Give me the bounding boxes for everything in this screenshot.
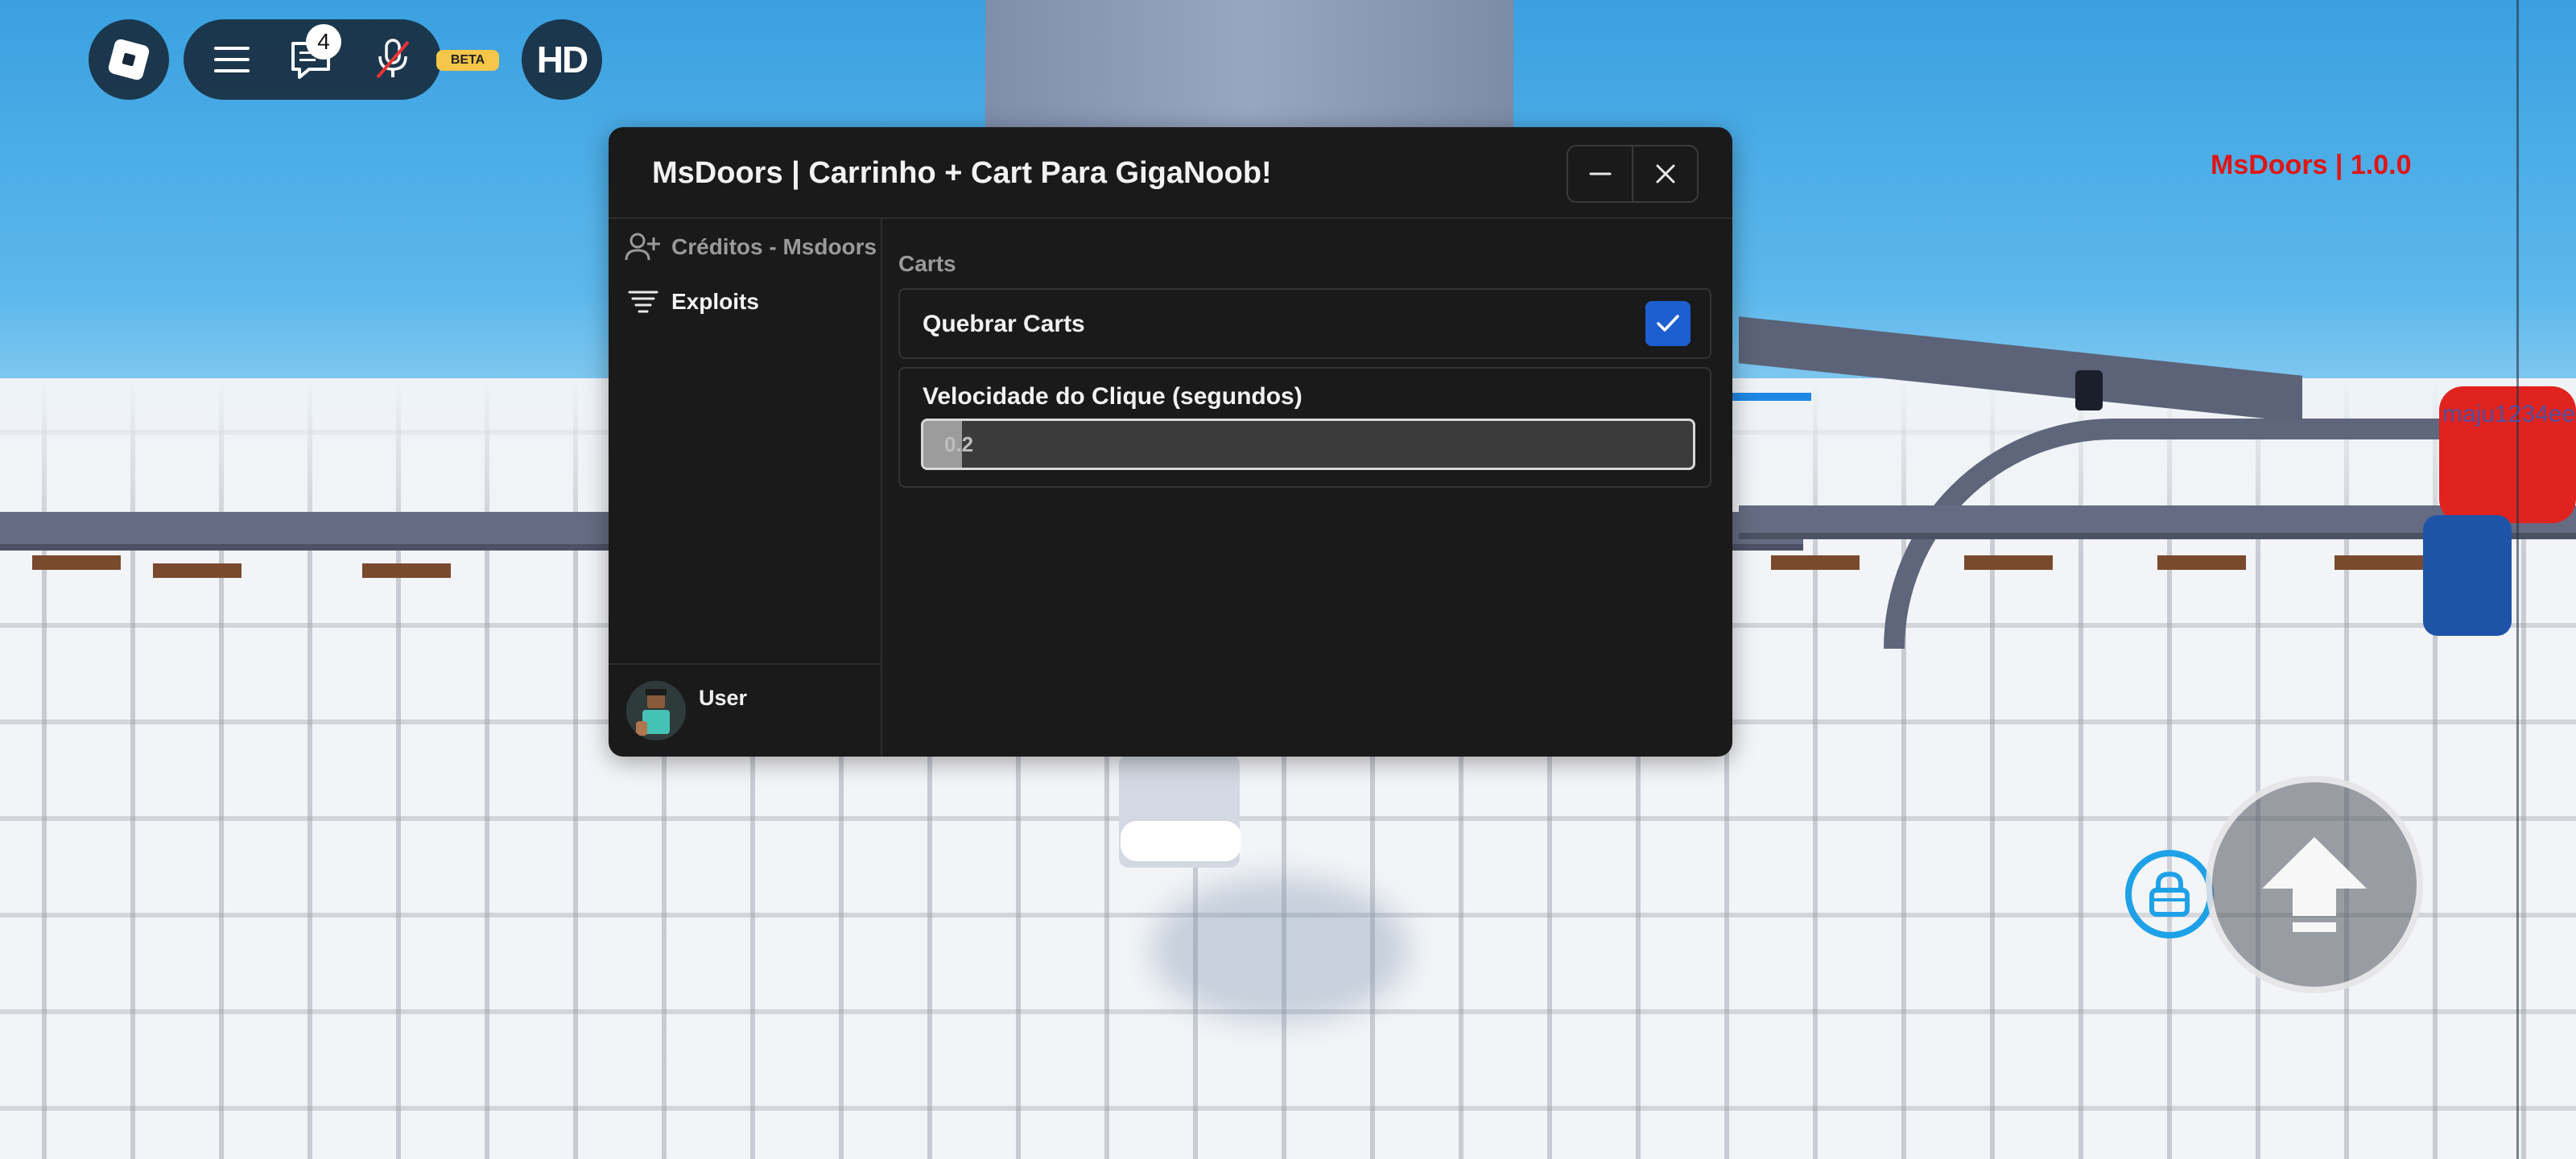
quebrar-carts-toggle-row[interactable]: Quebrar Carts	[898, 288, 1711, 359]
avatar[interactable]	[626, 681, 686, 740]
sidebar: Créditos - Msdoors Exploits User	[609, 219, 882, 757]
avatar-image	[626, 681, 686, 740]
close-icon	[1656, 164, 1674, 184]
roblox-logo-icon	[107, 38, 151, 81]
roblox-menu-button[interactable]	[89, 19, 169, 100]
tab-content-exploits: Carts Quebrar Carts Velocidade do Clique…	[882, 219, 1732, 757]
checkmark-icon	[1657, 315, 1679, 332]
window-titlebar[interactable]: MsDoors | Carrinho + Cart Para GigaNoob!	[609, 127, 1732, 219]
user-panel: User	[609, 663, 881, 757]
section-title: Carts	[898, 251, 956, 276]
slider-value: 0.2	[944, 432, 974, 456]
pillar	[985, 0, 1513, 129]
username: User	[699, 686, 748, 710]
lock-icon	[2149, 871, 2190, 917]
sidebar-item-exploits[interactable]: Exploits	[625, 282, 759, 322]
distant-player	[2075, 370, 2103, 410]
script-window: MsDoors | Carrinho + Cart Para GigaNoob!	[609, 127, 1732, 757]
window-title: MsDoors | Carrinho + Cart Para GigaNoob!	[652, 156, 1272, 190]
sidebar-item-creditos[interactable]: Créditos - Msdoors	[625, 227, 877, 267]
shift-lock-button[interactable]	[2125, 850, 2214, 938]
velocidade-slider-row: Velocidade do Clique (segundos) 0.2	[898, 367, 1711, 488]
sidebar-item-label: Créditos - Msdoors	[671, 234, 877, 259]
close-button[interactable]	[1632, 146, 1697, 201]
beta-badge: BETA	[436, 50, 499, 71]
jump-button[interactable]	[2206, 776, 2423, 993]
menu-icon	[214, 47, 250, 72]
notification-count-badge: 4	[306, 24, 341, 60]
mic-muted-icon	[376, 39, 410, 79]
version-label: MsDoors | 1.0.0	[2211, 150, 2412, 180]
menu-button[interactable]	[208, 35, 256, 84]
velocidade-slider[interactable]: 0.2	[921, 419, 1695, 470]
minimize-button[interactable]	[1568, 146, 1632, 201]
arrow-up-icon	[2262, 837, 2367, 932]
voice-mute-button[interactable]	[369, 35, 417, 84]
toggle-label: Quebrar Carts	[923, 311, 1085, 337]
minus-icon	[1589, 172, 1611, 175]
sidebar-item-label: Exploits	[671, 289, 759, 314]
window-controls	[1567, 145, 1699, 203]
user-plus-icon	[625, 233, 660, 261]
quebrar-carts-checkbox[interactable]	[1645, 301, 1690, 346]
player-name-tag: maju1234ee	[2442, 401, 2576, 427]
hd-button[interactable]: HD	[522, 19, 602, 100]
filter-list-icon	[628, 291, 658, 313]
slider-label: Velocidade do Clique (segundos)	[923, 383, 1302, 410]
